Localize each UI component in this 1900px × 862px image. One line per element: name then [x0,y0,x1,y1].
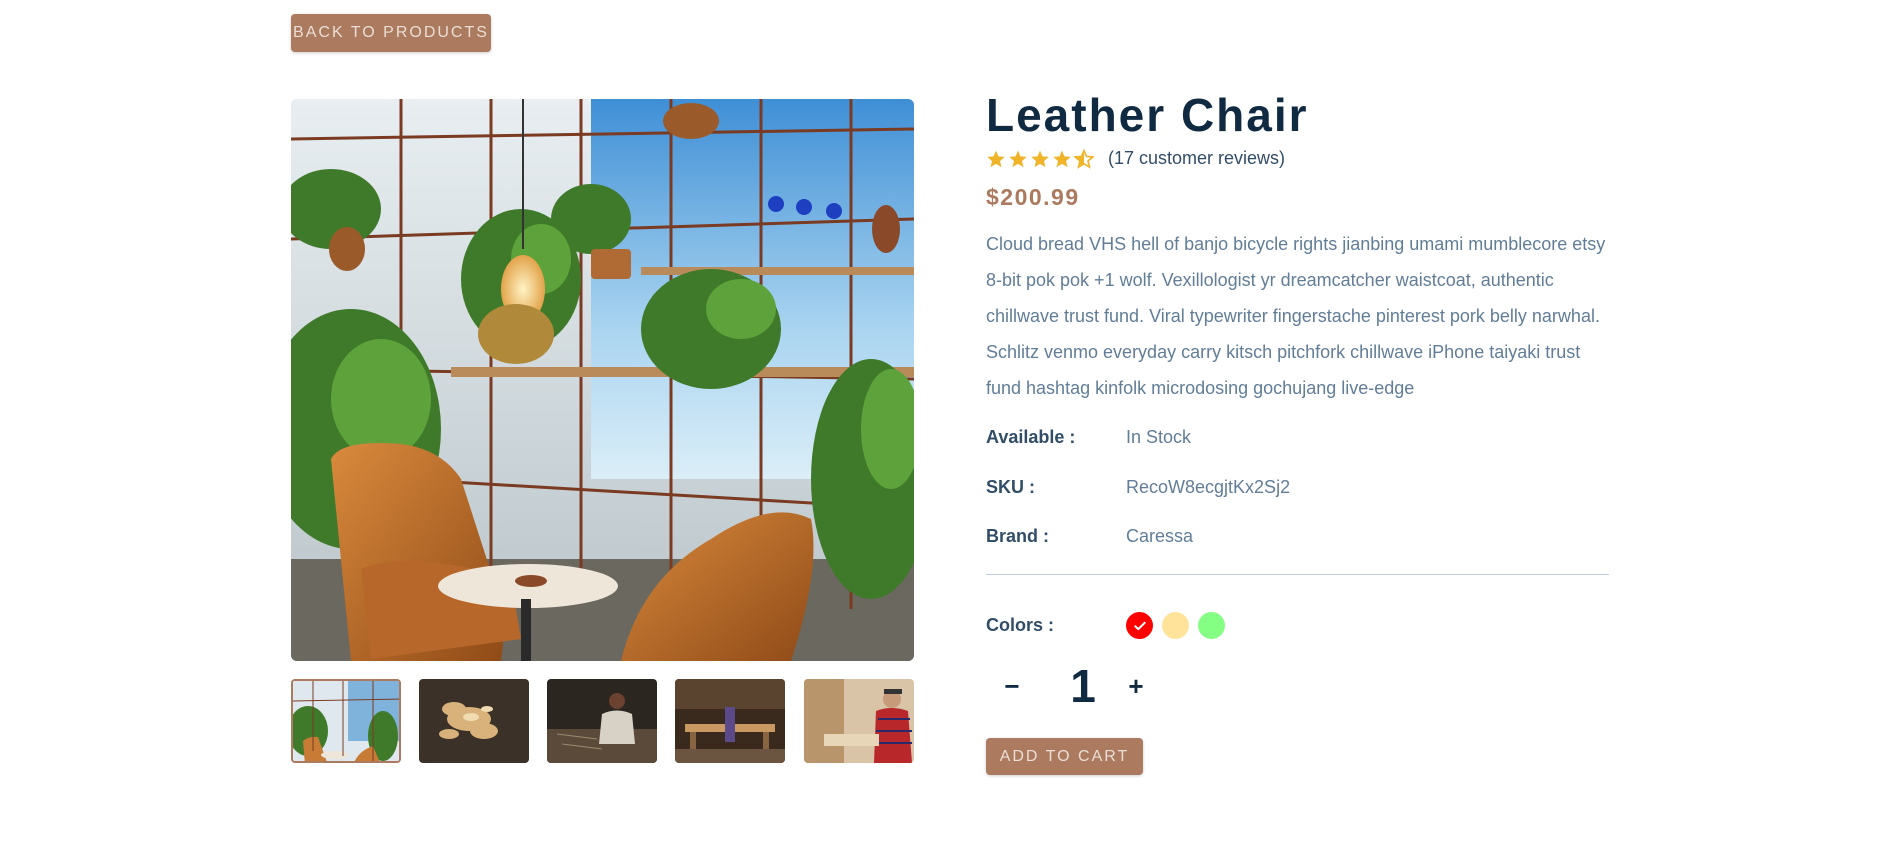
star-rating [986,146,1096,172]
increase-quantity-button[interactable]: + [1116,666,1156,706]
quantity-value: 1 [1070,660,1096,712]
color-swatch-yellow[interactable] [1162,612,1189,639]
product-price: $200.99 [986,184,1080,210]
checkmark-icon [1133,621,1146,630]
product-page: BACK TO PRODUCTS Leather Chair (17 custo… [0,0,1900,862]
colors-label: Colors : [986,615,1055,635]
decrease-quantity-button[interactable]: − [992,666,1032,706]
color-swatch-green[interactable] [1198,612,1225,639]
sku-row: SKU : RecoW8ecgjtKx2Sj2 [986,477,1609,503]
star-half-icon [1074,149,1094,169]
color-swatch-red[interactable] [1126,612,1153,639]
product-description: Cloud bread VHS hell of banjo bicycle ri… [986,234,1606,398]
star-full-icon [1031,150,1049,168]
star-full-icon [1009,150,1027,168]
star-full-icon [987,150,1005,168]
brand-label: Brand : [986,526,1049,546]
thumbnail-woodworker[interactable] [804,679,914,763]
thumbnail-cafe-interior[interactable] [291,679,401,763]
main-product-image [291,99,914,661]
thumbnail-gallery [291,679,914,763]
availability-value: In Stock [1126,427,1192,447]
availability-label: Available : [986,427,1076,447]
divider [986,574,1609,575]
thumbnail-craftsman-workshop[interactable] [547,679,657,763]
thumbnail-furniture-workshop[interactable] [675,679,785,763]
star-full-icon [1053,150,1071,168]
sku-value: RecoW8ecgjtKx2Sj2 [1126,477,1291,497]
brand-row: Brand : Caressa [986,526,1609,552]
add-to-cart-button[interactable]: ADD TO CART [986,738,1143,775]
brand-value: Caressa [1126,526,1194,546]
thumbnail-wood-shavings[interactable] [419,679,529,763]
product-title: Leather Chair [986,89,1309,141]
customer-reviews-count: (17 customer reviews) [1108,148,1286,168]
sku-label: SKU : [986,477,1035,497]
availability-row: Available : In Stock [986,427,1609,453]
back-to-products-button[interactable]: BACK TO PRODUCTS [291,14,491,52]
